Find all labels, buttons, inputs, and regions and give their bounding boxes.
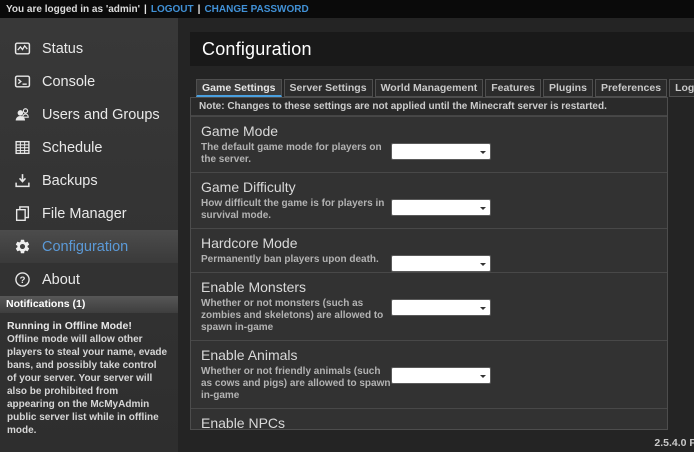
setting-row-enable-npcs: Enable NPCs Whether or not friendly mobs… (191, 408, 667, 430)
file-manager-icon (14, 205, 31, 222)
notification-text: Offline mode will allow other players to… (7, 333, 168, 437)
sidebar-item-configuration[interactable]: Configuration (0, 230, 178, 263)
sidebar-item-label: Users and Groups (42, 107, 160, 123)
setting-description: How difficult the game is for players in… (201, 198, 391, 222)
setting-row-enable-monsters: Enable Monsters Whether or not monsters … (191, 272, 667, 340)
sidebar-item-label: About (42, 272, 80, 288)
sidebar-item-users-and-groups[interactable]: Users and Groups (0, 98, 178, 131)
tab-login-users[interactable]: Login Users (669, 79, 694, 97)
config-tabs: Game Settings Server Settings World Mana… (196, 79, 694, 97)
tab-game-settings[interactable]: Game Settings (196, 79, 282, 97)
game-difficulty-select[interactable] (391, 199, 491, 216)
sidebar-nav: Status Console Users and Groups (0, 18, 178, 296)
sidebar-item-label: File Manager (42, 206, 127, 222)
notifications-panel: Notifications (1) Running in Offline Mod… (0, 296, 178, 437)
backups-icon (14, 172, 31, 189)
tab-features[interactable]: Features (485, 79, 541, 97)
setting-row-game-mode: Game Mode The default game mode for play… (191, 116, 667, 172)
sidebar-item-label: Console (42, 74, 95, 90)
page-header: Configuration (190, 32, 694, 66)
hardcore-mode-select[interactable] (391, 255, 491, 272)
setting-description: Permanently ban players upon death. (201, 254, 391, 266)
setting-row-game-difficulty: Game Difficulty How difficult the game i… (191, 172, 667, 228)
schedule-icon (14, 139, 31, 156)
main-content: Configuration Game Settings Server Setti… (178, 18, 694, 452)
setting-title: Enable NPCs (201, 415, 657, 430)
enable-animals-select[interactable] (391, 367, 491, 384)
game-mode-select[interactable] (391, 143, 491, 160)
settings-panel: Note: Changes to these settings are not … (190, 97, 668, 430)
setting-title: Game Difficulty (201, 179, 657, 195)
setting-description: Whether or not friendly animals (such as… (201, 366, 391, 402)
sidebar-item-about[interactable]: ? About (0, 263, 178, 296)
sidebar-item-label: Schedule (42, 140, 102, 156)
notification-item: Running in Offline Mode! Offline mode wi… (0, 313, 178, 437)
setting-title: Game Mode (201, 123, 657, 139)
tab-plugins[interactable]: Plugins (543, 79, 593, 97)
sidebar-item-schedule[interactable]: Schedule (0, 131, 178, 164)
version-label: 2.5.4.0 Personal (654, 437, 694, 449)
status-icon (14, 40, 31, 57)
setting-row-enable-animals: Enable Animals Whether or not friendly a… (191, 340, 667, 408)
setting-title: Enable Animals (201, 347, 657, 363)
sidebar-item-label: Configuration (42, 239, 128, 255)
enable-monsters-select[interactable] (391, 299, 491, 316)
sidebar-item-backups[interactable]: Backups (0, 164, 178, 197)
logout-link[interactable]: LOGOUT (151, 4, 194, 15)
tab-preferences[interactable]: Preferences (595, 79, 667, 97)
logged-in-text: You are logged in as 'admin' (6, 4, 140, 15)
tab-world-management[interactable]: World Management (375, 79, 484, 97)
setting-title: Hardcore Mode (201, 235, 657, 251)
separator: | (198, 4, 201, 15)
sidebar-item-label: Status (42, 41, 83, 57)
setting-title: Enable Monsters (201, 279, 657, 295)
question-icon: ? (14, 271, 31, 288)
users-icon (14, 106, 31, 123)
gear-icon (14, 238, 31, 255)
setting-row-hardcore-mode: Hardcore Mode Permanently ban players up… (191, 228, 667, 272)
mcmyadmin-window: You are logged in as 'admin' | LOGOUT | … (0, 0, 694, 452)
notification-title: Running in Offline Mode! (7, 320, 168, 333)
restart-note: Note: Changes to these settings are not … (191, 98, 667, 116)
svg-text:?: ? (20, 275, 26, 286)
setting-description: The default game mode for players on the… (201, 142, 391, 166)
sidebar-item-status[interactable]: Status (0, 32, 178, 65)
console-icon (14, 73, 31, 90)
change-password-link[interactable]: CHANGE PASSWORD (204, 4, 308, 15)
topbar: You are logged in as 'admin' | LOGOUT | … (0, 0, 694, 18)
setting-description: Whether or not monsters (such as zombies… (201, 298, 391, 334)
page-title: Configuration (202, 39, 312, 60)
sidebar: Status Console Users and Groups (0, 18, 178, 452)
tab-server-settings[interactable]: Server Settings (284, 79, 373, 97)
sidebar-item-console[interactable]: Console (0, 65, 178, 98)
sidebar-item-file-manager[interactable]: File Manager (0, 197, 178, 230)
separator: | (144, 4, 147, 15)
notifications-header: Notifications (1) (0, 296, 178, 313)
sidebar-item-label: Backups (42, 173, 98, 189)
